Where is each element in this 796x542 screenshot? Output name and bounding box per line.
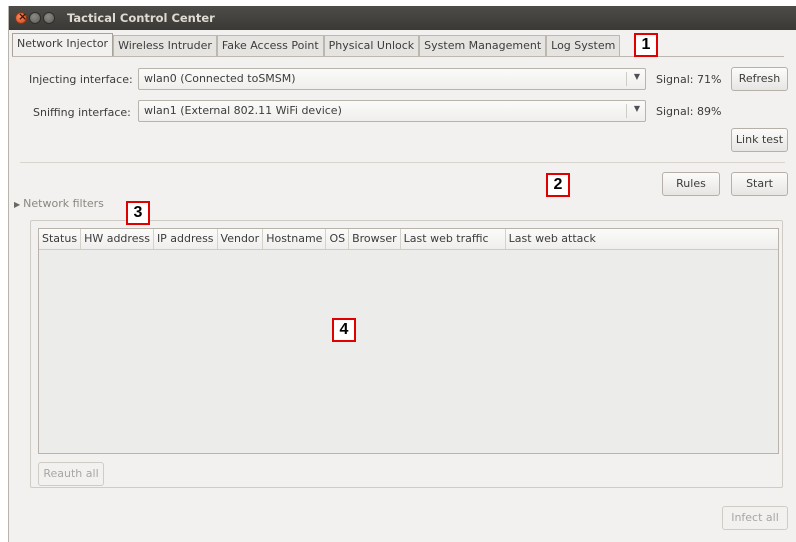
injecting-interface-value: wlan0 (Connected toSMSM) <box>144 72 296 85</box>
title-bar: Tactical Control Center <box>9 6 796 30</box>
network-filters-expander[interactable]: ▶ Network filters <box>14 197 104 210</box>
chevron-down-icon: ▼ <box>633 104 640 113</box>
rules-button[interactable]: Rules <box>662 172 720 196</box>
sniffing-signal: Signal: 89% <box>656 105 722 118</box>
tab-physical-unlock[interactable]: Physical Unlock <box>323 35 420 56</box>
tab-fake-access-point[interactable]: Fake Access Point <box>216 35 324 56</box>
annotation-marker-3: 3 <box>126 201 150 225</box>
column-os[interactable]: OS <box>326 229 350 249</box>
reauth-all-button[interactable]: Reauth all <box>38 462 104 486</box>
infect-all-button[interactable]: Infect all <box>722 506 788 530</box>
injecting-signal: Signal: 71% <box>656 73 722 86</box>
tab-network-injector[interactable]: Network Injector <box>12 33 114 56</box>
hosts-table[interactable]: Status HW address IP address Vendor Host… <box>38 228 779 454</box>
start-button[interactable]: Start <box>731 172 788 196</box>
column-hostname[interactable]: Hostname <box>263 229 327 249</box>
tab-system-management[interactable]: System Management <box>419 35 547 56</box>
chevron-down-icon: ▼ <box>633 72 640 81</box>
sniffing-interface-value: wlan1 (External 802.11 WiFi device) <box>144 104 342 117</box>
expander-arrow-icon: ▶ <box>14 200 21 209</box>
tab-wireless-intruder[interactable]: Wireless Intruder <box>113 35 217 56</box>
refresh-button[interactable]: Refresh <box>731 67 788 91</box>
annotation-marker-1: 1 <box>634 33 658 57</box>
dropdown-separator <box>626 72 627 86</box>
column-vendor[interactable]: Vendor <box>218 229 264 249</box>
dropdown-separator <box>626 104 627 118</box>
tab-bar: Network Injector Wireless Intruder Fake … <box>12 33 621 57</box>
maximize-window-button[interactable] <box>43 12 55 24</box>
column-last-web-attack[interactable]: Last web attack <box>506 229 778 249</box>
column-hw-address[interactable]: HW address <box>81 229 154 249</box>
minimize-window-button[interactable] <box>29 12 41 24</box>
tab-panel-border <box>12 56 784 57</box>
annotation-marker-4: 4 <box>332 318 356 342</box>
link-test-button[interactable]: Link test <box>731 128 788 152</box>
sniffing-interface-dropdown[interactable]: wlan1 (External 802.11 WiFi device) ▼ <box>138 100 646 122</box>
injecting-interface-label: Injecting interface: <box>29 73 133 86</box>
tab-log-system[interactable]: Log System <box>546 35 621 56</box>
table-header: Status HW address IP address Vendor Host… <box>39 229 778 250</box>
section-divider <box>20 162 785 163</box>
network-filters-label: Network filters <box>23 197 104 210</box>
injecting-interface-dropdown[interactable]: wlan0 (Connected toSMSM) ▼ <box>138 68 646 90</box>
column-ip-address[interactable]: IP address <box>154 229 218 249</box>
window-title: Tactical Control Center <box>67 11 215 25</box>
column-status[interactable]: Status <box>39 229 82 249</box>
column-last-web-traffic[interactable]: Last web traffic <box>401 229 506 249</box>
sniffing-interface-label: Sniffing interface: <box>33 106 131 119</box>
close-window-button[interactable] <box>15 10 27 24</box>
annotation-marker-2: 2 <box>546 173 570 197</box>
column-browser[interactable]: Browser <box>349 229 401 249</box>
